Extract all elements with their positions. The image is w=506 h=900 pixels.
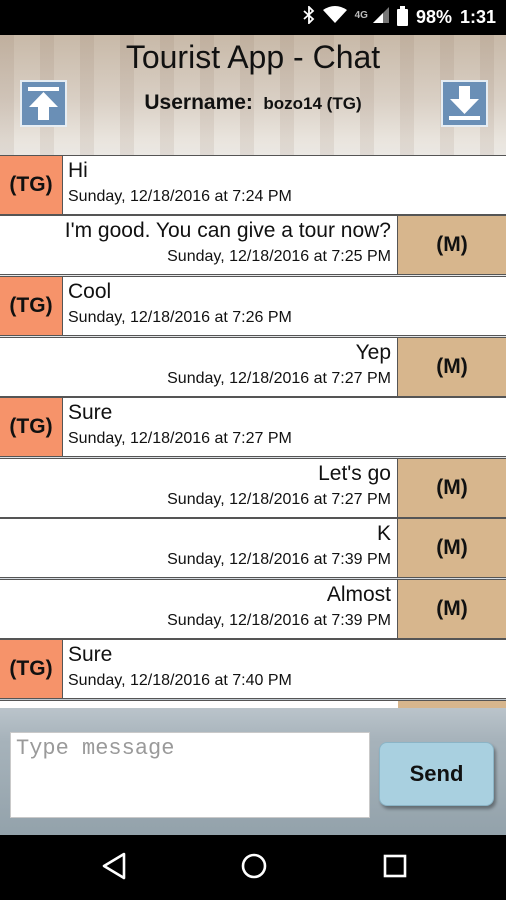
back-icon[interactable]: [101, 852, 127, 880]
home-icon[interactable]: [240, 852, 268, 880]
message-timestamp: Sunday, 12/18/2016 at 7:40 PM: [68, 672, 292, 689]
message-text: Sure: [68, 643, 113, 666]
message-timestamp: Sunday, 12/18/2016 at 7:27 PM: [68, 430, 292, 447]
sender-tag-tourist: (TG): [0, 277, 63, 335]
message-text: Yep: [355, 341, 391, 364]
sender-tag-tourist: (TG): [0, 156, 63, 214]
send-button[interactable]: Send: [379, 742, 494, 806]
clock: 1:31: [459, 7, 496, 27]
battery-percent: 98%: [415, 7, 452, 27]
message-text: I'm good. You can give a tour now?: [64, 219, 391, 242]
message-timestamp: Sunday, 12/18/2016 at 7:39 PM: [167, 612, 391, 629]
navigation-bar: [0, 835, 506, 900]
message-row: I'm good. You can give a tour now? Sunda…: [0, 215, 506, 275]
bluetooth-icon: [302, 4, 315, 29]
sender-tag-guide: (M): [397, 459, 506, 517]
message-row: K Sunday, 12/18/2016 at 7:39 PM (M): [0, 518, 506, 578]
message-row-partial: [0, 700, 506, 708]
message-timestamp: Sunday, 12/18/2016 at 7:39 PM: [167, 551, 391, 568]
message-row: Let's go Sunday, 12/18/2016 at 7:27 PM (…: [0, 458, 506, 518]
message-input[interactable]: [10, 732, 370, 818]
status-bar: 4G 98% 1:31: [0, 0, 506, 35]
sender-tag-guide: (M): [397, 216, 506, 274]
arrow-up-icon: [28, 87, 59, 120]
message-timestamp: Sunday, 12/18/2016 at 7:27 PM: [167, 491, 391, 508]
message-text: K: [376, 522, 391, 545]
composer: Send: [0, 708, 506, 835]
scroll-down-button[interactable]: [441, 80, 488, 127]
chat-header: Tourist App - Chat Username: bozo14 (TG): [0, 35, 506, 183]
message-row: Almost Sunday, 12/18/2016 at 7:39 PM (M): [0, 579, 506, 639]
battery-icon: [396, 6, 408, 26]
wifi-icon: [322, 6, 347, 29]
network-type: 4G: [354, 10, 368, 21]
username-row: Username: bozo14 (TG): [0, 91, 506, 115]
message-timestamp: Sunday, 12/18/2016 at 7:24 PM: [68, 188, 292, 205]
message-text: Sure: [68, 401, 113, 424]
message-row: Yep Sunday, 12/18/2016 at 7:27 PM (M): [0, 337, 506, 397]
message-text: Cool: [68, 280, 112, 303]
message-timestamp: Sunday, 12/18/2016 at 7:27 PM: [167, 370, 391, 387]
scroll-up-button[interactable]: [20, 80, 67, 127]
chat-message-list[interactable]: (TG) Hi Sunday, 12/18/2016 at 7:24 PM I'…: [0, 155, 506, 708]
message-text: Let's go: [318, 462, 391, 485]
message-text: Almost: [326, 583, 391, 606]
sender-tag-guide: (M): [397, 519, 506, 577]
sender-tag-guide: (M): [397, 580, 506, 638]
page-title: Tourist App - Chat: [125, 39, 381, 75]
message-timestamp: Sunday, 12/18/2016 at 7:26 PM: [68, 309, 292, 326]
message-row: (TG) Sure Sunday, 12/18/2016 at 7:40 PM: [0, 639, 506, 699]
message-row: (TG) Cool Sunday, 12/18/2016 at 7:26 PM: [0, 276, 506, 336]
username-value: bozo14 (TG): [263, 94, 362, 113]
sender-tag-guide: (M): [397, 338, 506, 396]
sender-tag-tourist: (TG): [0, 640, 63, 698]
arrow-down-icon: [449, 86, 480, 120]
sender-tag-tourist: (TG): [0, 398, 63, 456]
message-row: (TG) Hi Sunday, 12/18/2016 at 7:24 PM: [0, 155, 506, 215]
lte-signal-icon: 4G: [355, 6, 389, 29]
username-label: Username:: [144, 91, 253, 114]
message-row: (TG) Sure Sunday, 12/18/2016 at 7:27 PM: [0, 397, 506, 457]
message-text: Hi: [68, 159, 88, 182]
message-timestamp: Sunday, 12/18/2016 at 7:25 PM: [167, 248, 391, 265]
recents-icon[interactable]: [382, 852, 408, 880]
